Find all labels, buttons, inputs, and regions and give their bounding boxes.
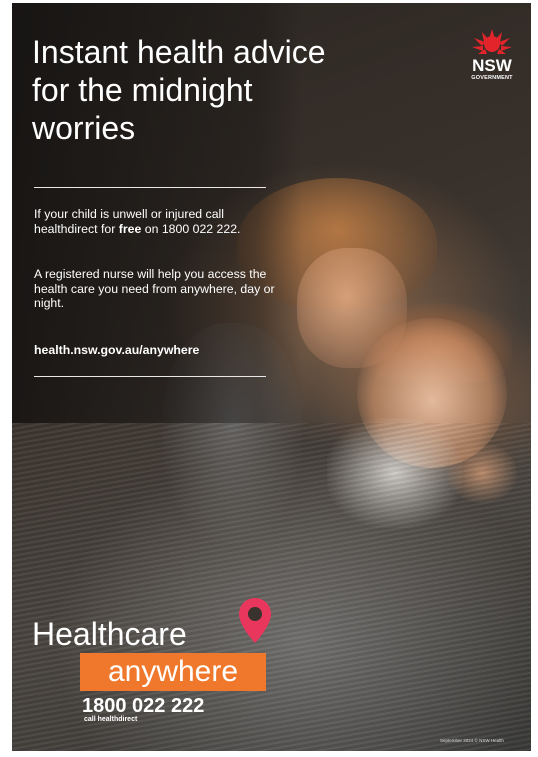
website-link[interactable]: health.nsw.gov.au/anywhere (34, 343, 279, 358)
phone-caption: call healthdirect (84, 716, 138, 723)
divider-top (34, 187, 266, 188)
paragraph-nurse: A registered nurse will help you access … (34, 267, 275, 310)
paragraph-call-after: on 1800 022 222. (141, 221, 241, 236)
phone-number[interactable]: 1800 022 222 (82, 695, 204, 717)
nsw-government-logo: NSW GOVERNMENT (463, 27, 521, 81)
logo-word: NSW (472, 56, 512, 75)
brand-healthcare: Healthcare (32, 616, 187, 652)
paragraph-call-free: free (118, 221, 142, 236)
logo-subtitle: GOVERNMENT (471, 75, 513, 81)
headline: Instant health advice for the midnight w… (32, 34, 326, 146)
brand-anywhere: anywhere (80, 653, 266, 691)
footnote: September 2024 © NSW Health (440, 738, 504, 743)
divider-bottom (34, 376, 266, 377)
paragraph-call: If your child is unwell or injured call … (34, 207, 279, 236)
waratah-icon (472, 29, 512, 54)
poster: Instant health advice for the midnight w… (12, 3, 531, 751)
location-pin-icon (239, 598, 271, 643)
